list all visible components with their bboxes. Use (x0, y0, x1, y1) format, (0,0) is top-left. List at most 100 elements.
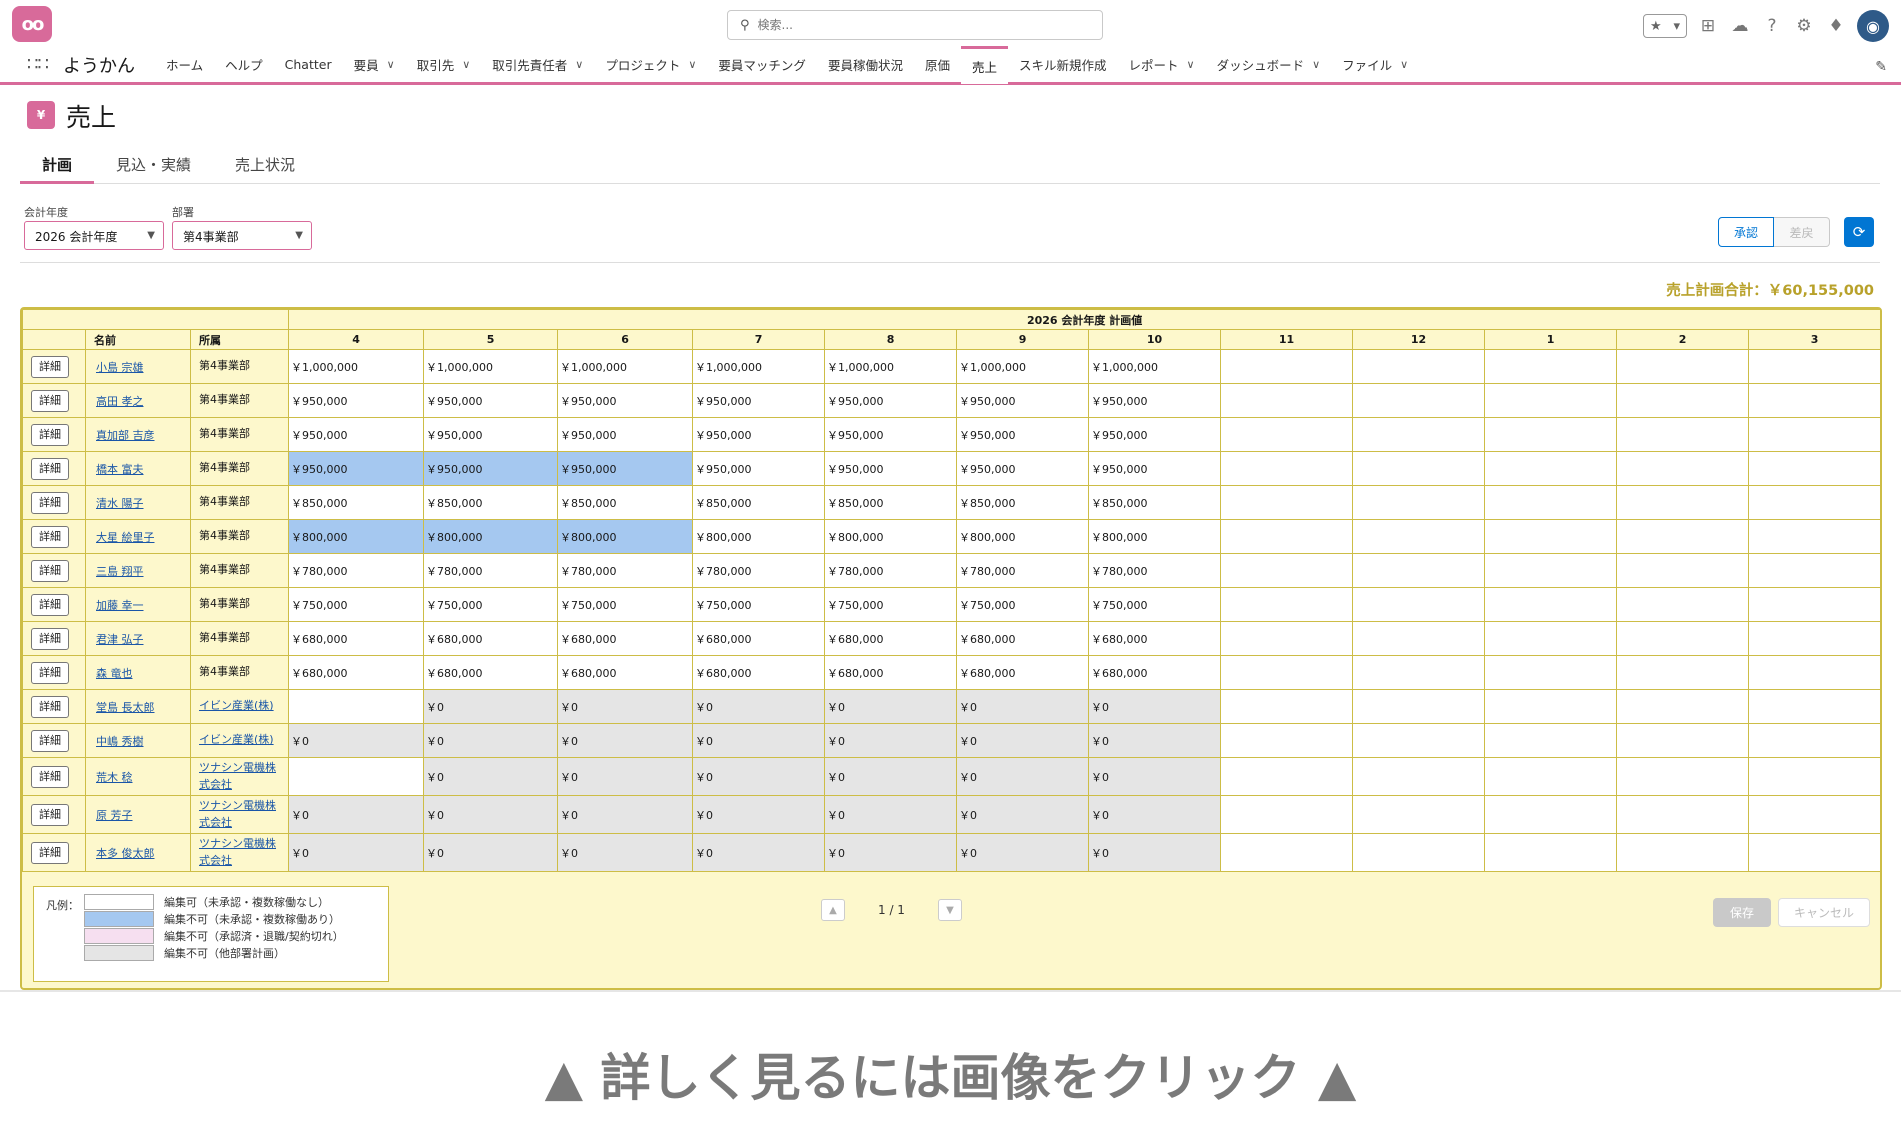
plan-value-cell[interactable] (1748, 621, 1882, 656)
detail-button[interactable]: 詳細 (31, 841, 69, 864)
plan-value-cell[interactable] (1220, 485, 1354, 520)
tab-forecast-actual[interactable]: 見込・実績 (94, 150, 213, 184)
nav-item-2[interactable]: Chatter (274, 46, 343, 84)
detail-button[interactable]: 詳細 (31, 423, 69, 446)
plan-value-cell[interactable] (1748, 553, 1882, 588)
global-search[interactable]: ⚲ (727, 10, 1103, 40)
plan-value-cell[interactable] (1616, 383, 1750, 418)
plan-value-cell[interactable] (1352, 655, 1486, 690)
plan-value-cell[interactable] (1220, 451, 1354, 486)
member-name-link[interactable]: 清水 陽子 (96, 497, 144, 510)
plan-value-cell[interactable] (1352, 417, 1486, 452)
plan-value-cell[interactable] (1616, 587, 1750, 622)
chevron-down-icon[interactable]: ∨ (688, 58, 696, 71)
plan-value-cell[interactable] (1616, 655, 1750, 690)
plan-value-cell[interactable] (1484, 723, 1618, 758)
plan-value-cell[interactable]: ￥850,000 (557, 485, 694, 520)
app-launcher-icon[interactable]: ∷∷ (27, 54, 49, 75)
app-logo[interactable]: oo (12, 6, 52, 42)
plan-value-cell[interactable] (1220, 519, 1354, 554)
plan-value-cell[interactable]: ￥950,000 (557, 417, 694, 452)
plan-value-cell[interactable] (1484, 349, 1618, 384)
detail-button[interactable]: 詳細 (31, 593, 69, 616)
tab-plan[interactable]: 計画 (20, 150, 95, 184)
plan-value-cell[interactable]: ￥1,000,000 (824, 349, 958, 384)
gear-icon[interactable]: ⚙ (1793, 15, 1815, 37)
member-name-link[interactable]: 堂島 長太郎 (96, 701, 155, 714)
revert-button[interactable]: 差戻 (1774, 217, 1830, 247)
plan-value-cell[interactable]: ￥800,000 (1088, 519, 1222, 554)
member-name-link[interactable]: 君津 弘子 (96, 633, 144, 646)
plan-value-cell[interactable] (1748, 723, 1882, 758)
plan-value-cell[interactable]: ￥950,000 (824, 451, 958, 486)
chevron-down-icon[interactable]: ∨ (1187, 58, 1195, 71)
member-name-link[interactable]: 三島 翔平 (96, 565, 144, 578)
member-name-link[interactable]: 加藤 幸一 (96, 599, 144, 612)
plan-value-cell[interactable] (1616, 723, 1750, 758)
plan-value-cell[interactable]: ￥680,000 (692, 621, 826, 656)
approve-button[interactable]: 承認 (1718, 217, 1774, 247)
member-name-link[interactable]: 橋本 富夫 (96, 463, 144, 476)
plan-value-cell[interactable] (1220, 349, 1354, 384)
plan-value-cell[interactable]: ￥850,000 (1088, 485, 1222, 520)
plan-value-cell[interactable]: ￥950,000 (1088, 383, 1222, 418)
tab-sales-status[interactable]: 売上状況 (213, 150, 317, 184)
plan-value-cell[interactable] (1352, 485, 1486, 520)
plan-value-cell[interactable]: ￥780,000 (1088, 553, 1222, 588)
member-name-link[interactable]: 森 竜也 (96, 667, 133, 680)
plan-value-cell[interactable] (1220, 383, 1354, 418)
plan-value-cell[interactable]: ￥950,000 (1088, 417, 1222, 452)
plan-value-cell[interactable] (1484, 795, 1618, 834)
nav-item-9[interactable]: 原価 (914, 46, 961, 84)
plan-value-cell[interactable]: ￥780,000 (956, 553, 1090, 588)
plan-value-cell[interactable] (1352, 795, 1486, 834)
plan-value-cell[interactable]: ￥950,000 (956, 383, 1090, 418)
plan-value-cell[interactable]: ￥850,000 (288, 485, 425, 520)
nav-item-5[interactable]: 取引先責任者 ∨ (481, 46, 594, 84)
plan-value-cell[interactable] (1220, 553, 1354, 588)
plan-value-cell[interactable] (1352, 833, 1486, 872)
affiliation-link[interactable]: ツナシン電機株式会社 (199, 760, 286, 793)
plan-value-cell[interactable] (1616, 349, 1750, 384)
detail-button[interactable]: 詳細 (31, 457, 69, 480)
plan-value-cell[interactable]: ￥750,000 (288, 587, 425, 622)
plan-value-cell[interactable]: ￥950,000 (288, 383, 425, 418)
plan-value-cell[interactable]: ￥800,000 (956, 519, 1090, 554)
plan-value-cell[interactable]: ￥750,000 (1088, 587, 1222, 622)
plan-value-cell[interactable] (1616, 689, 1750, 724)
plan-value-cell[interactable]: ￥950,000 (824, 383, 958, 418)
plan-value-cell[interactable]: ￥680,000 (956, 621, 1090, 656)
nav-item-4[interactable]: 取引先 ∨ (406, 46, 482, 84)
refresh-button[interactable]: ⟳ (1844, 217, 1874, 247)
plan-value-cell[interactable]: ￥950,000 (692, 383, 826, 418)
cancel-button[interactable]: キャンセル (1778, 898, 1870, 927)
plan-value-cell[interactable] (1352, 383, 1486, 418)
plan-value-cell[interactable]: ￥680,000 (1088, 621, 1222, 656)
plan-value-cell[interactable] (1748, 451, 1882, 486)
plan-value-cell[interactable]: ￥680,000 (824, 655, 958, 690)
nav-item-1[interactable]: ヘルプ (214, 46, 274, 84)
nav-item-12[interactable]: レポート ∨ (1118, 46, 1206, 84)
plan-value-cell[interactable]: ￥780,000 (288, 553, 425, 588)
plan-value-cell[interactable] (288, 689, 425, 724)
plan-value-cell[interactable] (1484, 383, 1618, 418)
plan-value-cell[interactable] (1748, 485, 1882, 520)
save-button[interactable]: 保存 (1713, 898, 1771, 927)
member-name-link[interactable]: 荒木 稔 (96, 771, 133, 784)
avatar[interactable]: ◉ (1857, 10, 1889, 42)
plan-value-cell[interactable] (1616, 795, 1750, 834)
plan-value-cell[interactable]: ￥780,000 (824, 553, 958, 588)
plan-value-cell[interactable]: ￥1,000,000 (557, 349, 694, 384)
plan-value-cell[interactable]: ￥750,000 (824, 587, 958, 622)
plan-value-cell[interactable]: ￥680,000 (288, 655, 425, 690)
plan-value-cell[interactable]: ￥1,000,000 (423, 349, 559, 384)
member-name-link[interactable]: 高田 孝之 (96, 395, 144, 408)
plan-value-cell[interactable] (1616, 417, 1750, 452)
plan-value-cell[interactable] (1220, 795, 1354, 834)
plan-value-cell[interactable] (1352, 553, 1486, 588)
nav-item-6[interactable]: プロジェクト ∨ (594, 46, 707, 84)
plan-value-cell[interactable]: ￥750,000 (956, 587, 1090, 622)
plan-value-cell[interactable] (1352, 451, 1486, 486)
plan-value-cell[interactable] (1484, 587, 1618, 622)
bell-icon[interactable]: ♦ (1825, 15, 1847, 37)
